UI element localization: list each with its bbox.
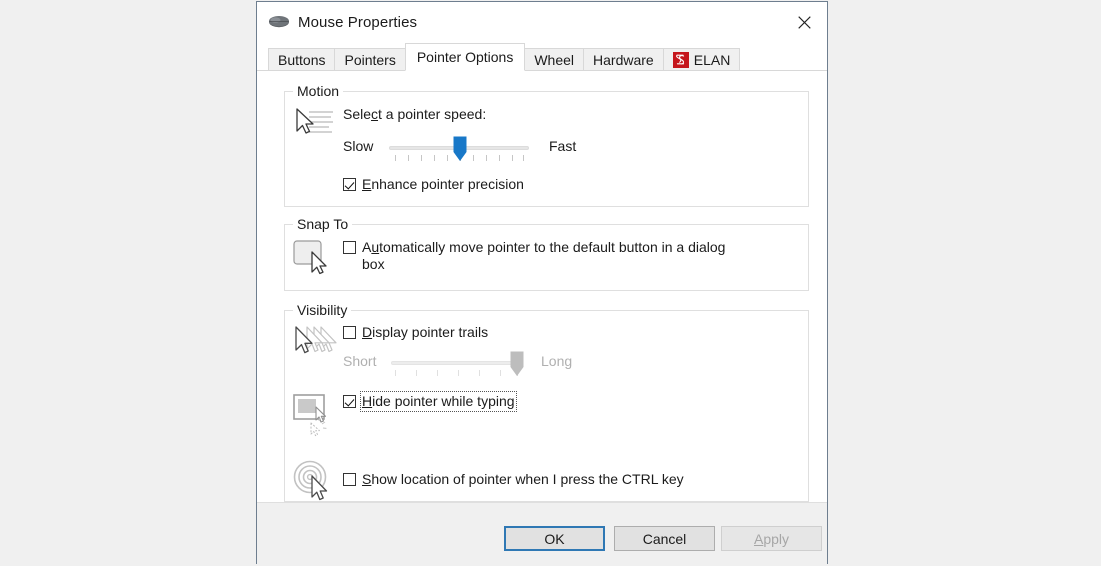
tab-buttons[interactable]: Buttons (268, 48, 336, 71)
pointer-speed-icon (285, 106, 343, 193)
enhance-pointer-precision-label: Enhance pointer precision (362, 176, 524, 192)
ok-label: OK (544, 530, 565, 547)
tab-label: Hardware (593, 51, 654, 68)
enhance-pointer-precision-checkbox[interactable] (343, 178, 356, 191)
title-bar: Mouse Properties (257, 2, 827, 42)
pointer-trails-slider[interactable] (391, 351, 524, 383)
display-pointer-trails-row[interactable]: Display pointer trails (343, 324, 808, 341)
pointer-speed-slider-row: Slow Fast (343, 136, 808, 168)
hide-pointer-typing-checkbox[interactable] (343, 395, 356, 408)
tab-label: Pointers (344, 51, 396, 68)
tab-label: ELAN (693, 51, 731, 68)
ctrl-locate-pointer-icon (285, 460, 343, 502)
tab-pointers[interactable]: Pointers (334, 48, 406, 71)
apply-label: Apply (753, 530, 790, 547)
show-location-label: Show location of pointer when I press th… (362, 471, 684, 487)
hide-pointer-typing-row[interactable]: Hide pointer while typing (343, 391, 808, 412)
cancel-button[interactable]: Cancel (614, 526, 715, 551)
mouse-icon (268, 13, 290, 31)
short-label: Short (343, 353, 377, 369)
tab-wheel[interactable]: Wheel (524, 48, 585, 71)
show-location-row[interactable]: Show location of pointer when I press th… (343, 471, 808, 488)
pointer-trails-icon (285, 324, 343, 383)
long-label: Long (541, 353, 573, 369)
slider-thumb[interactable] (510, 351, 524, 377)
tab-label: Pointer Options (416, 49, 514, 65)
dialog-footer: OK Cancel Apply (257, 502, 827, 566)
fast-label: Fast (549, 138, 577, 154)
visibility-legend: Visibility (293, 302, 352, 318)
tab-label: Buttons (278, 51, 326, 68)
slider-track (391, 361, 521, 365)
auto-move-pointer-label: Automatically move pointer to the defaul… (362, 239, 726, 272)
tab-strip: Buttons Pointers Pointer Options Wheel H… (257, 42, 827, 71)
pointer-speed-label: Select a pointer speed: (343, 106, 487, 122)
display-pointer-trails-label: Display pointer trails (362, 324, 489, 340)
pointer-speed-slider[interactable] (389, 136, 529, 168)
slider-thumb[interactable] (453, 136, 467, 162)
auto-move-pointer-row[interactable]: Automatically move pointer to the defaul… (343, 239, 788, 273)
tab-pointer-options[interactable]: Pointer Options (404, 43, 526, 71)
hide-pointer-typing-label: Hide pointer while typing (360, 391, 517, 412)
snap-to-legend: Snap To (293, 216, 353, 232)
show-location-checkbox[interactable] (343, 473, 356, 486)
motion-legend: Motion (293, 83, 344, 99)
snap-to-group: Snap To Automatically move pointer to th… (284, 216, 809, 291)
ok-button[interactable]: OK (504, 526, 605, 551)
snap-to-button-icon (285, 239, 343, 275)
tab-elan[interactable]: ELAN (662, 48, 741, 71)
display-pointer-trails-checkbox[interactable] (343, 326, 356, 339)
apply-button: Apply (721, 526, 822, 551)
auto-move-pointer-checkbox[interactable] (343, 241, 356, 254)
pointer-trails-slider-row: Short Long (343, 351, 808, 383)
cancel-label: Cancel (642, 530, 687, 547)
tab-hardware[interactable]: Hardware (583, 48, 664, 71)
tab-label: Wheel (534, 51, 575, 68)
mouse-properties-dialog: Mouse Properties Buttons Pointers Pointe… (256, 1, 828, 566)
close-icon[interactable] (781, 2, 827, 42)
visibility-group: Visibility Display pointer trails Short … (284, 302, 809, 502)
enhance-pointer-precision-row[interactable]: Enhance pointer precision (343, 176, 808, 193)
slider-ticks (391, 370, 521, 378)
hide-pointer-typing-icon (285, 393, 343, 437)
elan-logo-icon (672, 51, 689, 68)
pointer-options-page: Motion Select a pointer speed: Slow Fast… (257, 71, 827, 502)
slow-label: Slow (343, 138, 374, 154)
screen: Mouse Properties Buttons Pointers Pointe… (0, 0, 1101, 566)
motion-group: Motion Select a pointer speed: Slow Fast… (284, 83, 809, 207)
window-title: Mouse Properties (298, 13, 418, 31)
